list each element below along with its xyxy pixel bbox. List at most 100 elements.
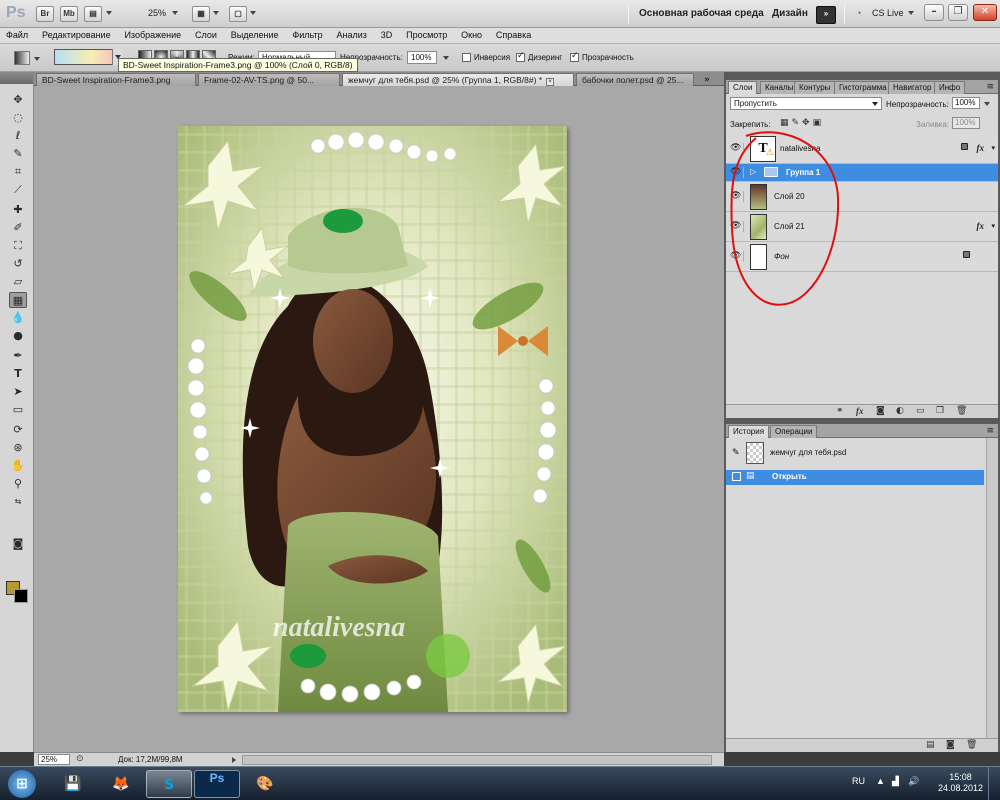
zoom-dropdown-icon[interactable] <box>172 11 178 15</box>
show-desktop-button[interactable] <box>988 767 1000 800</box>
extras-button[interactable]: ▤ <box>84 6 102 22</box>
zoom-level[interactable]: 25% <box>148 8 166 18</box>
add-mask-icon[interactable]: ◙ <box>876 406 885 416</box>
system-clock[interactable]: 15:08 24.08.2012 <box>938 772 983 794</box>
history-state[interactable]: ▤ Открыть <box>726 470 984 485</box>
tab-layers[interactable]: Слои <box>728 81 758 94</box>
panel-menu-icon[interactable]: ≡ <box>986 426 994 436</box>
skype-icon[interactable]: S <box>146 770 192 798</box>
doc-tab[interactable]: BD-Sweet Inspiration-Frame3.png <box>36 73 196 86</box>
menu-edit[interactable]: Редактирование <box>36 28 116 40</box>
healing-brush-tool-icon[interactable]: ✚ <box>9 202 27 218</box>
status-info-icon[interactable]: ⊙ <box>76 754 88 765</box>
language-indicator[interactable]: RU <box>852 776 865 786</box>
dodge-tool-icon[interactable]: ● <box>9 328 27 344</box>
rectangle-tool-icon[interactable]: ▭ <box>9 402 27 418</box>
marquee-tool-icon[interactable]: ◌ <box>9 110 27 126</box>
3d-rotate-tool-icon[interactable]: ⟳ <box>9 422 27 438</box>
menu-analysis[interactable]: Анализ <box>330 28 371 40</box>
quick-select-tool-icon[interactable]: ✎ <box>9 146 27 162</box>
tab-paths[interactable]: Контуры <box>794 81 836 94</box>
history-snapshot[interactable]: ✎ жемчуг для тебя.psd <box>726 440 984 466</box>
screen-mode-button[interactable]: ▢ <box>229 6 247 22</box>
crop-tool-icon[interactable]: ⌗ <box>9 164 27 180</box>
eraser-tool-icon[interactable]: ▱ <box>9 274 27 290</box>
start-button[interactable]: ⊞ <box>8 770 36 798</box>
tab-histogram[interactable]: Гистограмма <box>834 81 892 94</box>
more-workspaces-button[interactable]: » <box>816 6 836 24</box>
quick-mask-icon[interactable]: ◙ <box>9 536 27 552</box>
more-tabs-icon[interactable]: » <box>704 75 710 85</box>
fx-icon[interactable]: fx <box>977 143 985 153</box>
tab-info[interactable]: Инфо <box>934 81 966 94</box>
adjustment-layer-icon[interactable]: ◐ <box>896 406 904 416</box>
clone-stamp-tool-icon[interactable]: ⛶ <box>9 238 27 254</box>
delete-layer-icon[interactable]: 🗑 <box>956 406 967 416</box>
menu-window[interactable]: Окно <box>455 28 487 40</box>
layer-opacity-input[interactable]: 100% <box>952 97 980 109</box>
brush-tool-icon[interactable]: ✐ <box>9 220 27 236</box>
bridge-button[interactable]: Br <box>36 6 54 22</box>
opacity-input[interactable]: 100% <box>407 51 437 64</box>
fill-input[interactable]: 100% <box>952 117 980 129</box>
minimize-button[interactable]: – <box>924 4 944 21</box>
close-tab-icon[interactable]: × <box>546 78 555 86</box>
cs-live-button[interactable]: CS Live <box>872 8 904 18</box>
tool-preset-dropdown-icon[interactable] <box>34 57 40 61</box>
new-document-from-state-icon[interactable]: ▤ <box>926 740 935 750</box>
doc-tab[interactable]: бабочки полет.psd @ 25... <box>576 73 694 86</box>
tab-navigator[interactable]: Навигатор <box>888 81 937 94</box>
tab-channels[interactable]: Каналы <box>760 81 799 94</box>
add-style-icon[interactable]: fx <box>856 406 864 416</box>
expand-effects-icon[interactable]: ▾ <box>991 222 995 230</box>
doc-tab[interactable]: Frame-02-AV-TS.png @ 50... <box>198 73 340 86</box>
new-group-icon[interactable]: ▭ <box>916 406 925 416</box>
move-tool-icon[interactable]: ✥ <box>9 92 27 108</box>
document-artwork[interactable]: natalivesna <box>178 126 567 712</box>
save-app-icon[interactable]: 💾 <box>50 770 96 798</box>
arrange-dropdown-icon[interactable] <box>213 11 219 15</box>
panel-menu-icon[interactable]: ≡ <box>986 82 994 92</box>
doc-tab-active[interactable]: жемчуг для тебя.psd @ 25% (Группа 1, RGB… <box>342 73 574 86</box>
workspace-design[interactable]: Дизайн <box>772 8 808 19</box>
canvas-area[interactable]: natalivesna <box>34 86 724 752</box>
eyedropper-tool-icon[interactable]: ⟋ <box>9 182 27 198</box>
3d-orbit-tool-icon[interactable]: ⊛ <box>9 440 27 456</box>
menu-image[interactable]: Изображение <box>118 28 186 40</box>
menu-select[interactable]: Выделение <box>225 28 284 40</box>
photoshop-taskbar-icon[interactable]: Ps <box>194 770 240 798</box>
history-state-marker[interactable] <box>732 472 741 481</box>
new-snapshot-icon[interactable]: ◙ <box>946 740 955 750</box>
new-layer-icon[interactable]: ❐ <box>936 406 944 416</box>
dither-checkbox[interactable] <box>516 51 525 62</box>
firefox-icon[interactable]: 🦊 <box>98 770 144 798</box>
lock-options-icons[interactable]: ▦✎✥▣ <box>780 118 824 128</box>
menu-filter[interactable]: Фильтр <box>286 28 327 40</box>
blend-mode-select[interactable]: Пропустить <box>730 97 882 110</box>
background-color-swatch[interactable] <box>14 589 28 603</box>
delete-state-icon[interactable]: 🗑 <box>966 740 977 750</box>
swap-colors-icon[interactable]: ⇆ <box>9 494 27 510</box>
type-tool-icon[interactable]: T <box>9 366 27 382</box>
expand-effects-icon[interactable]: ▾ <box>991 144 995 152</box>
zoom-tool-icon[interactable]: ⚲ <box>9 476 27 492</box>
fx-icon[interactable]: fx <box>977 221 985 231</box>
cs-live-icon[interactable]: ◔ <box>856 8 861 18</box>
mini-bridge-button[interactable]: Mb <box>60 6 78 22</box>
horizontal-scrollbar[interactable] <box>242 755 712 765</box>
menu-view[interactable]: Просмотр <box>400 28 452 40</box>
tray-volume-icon[interactable]: 🔊 <box>908 776 919 787</box>
status-zoom-field[interactable]: 25% <box>38 754 70 765</box>
status-menu-arrow-icon[interactable] <box>232 757 236 763</box>
cs-live-dropdown-icon[interactable] <box>908 11 914 15</box>
pen-tool-icon[interactable]: ✒ <box>9 348 27 364</box>
tray-arrow-icon[interactable]: ▲ <box>876 776 885 786</box>
history-brush-tool-icon[interactable]: ↺ <box>9 256 27 272</box>
arrange-documents-button[interactable]: ▦ <box>192 6 210 22</box>
workspace-standard[interactable]: Основная рабочая среда <box>639 8 764 19</box>
history-scrollbar[interactable] <box>986 438 998 738</box>
tab-history[interactable]: История <box>728 425 770 438</box>
paint-app-icon[interactable]: 🎨 <box>242 770 288 798</box>
snapshot-brush-icon[interactable]: ✎ <box>732 448 740 458</box>
menu-file[interactable]: Файл <box>0 28 33 40</box>
